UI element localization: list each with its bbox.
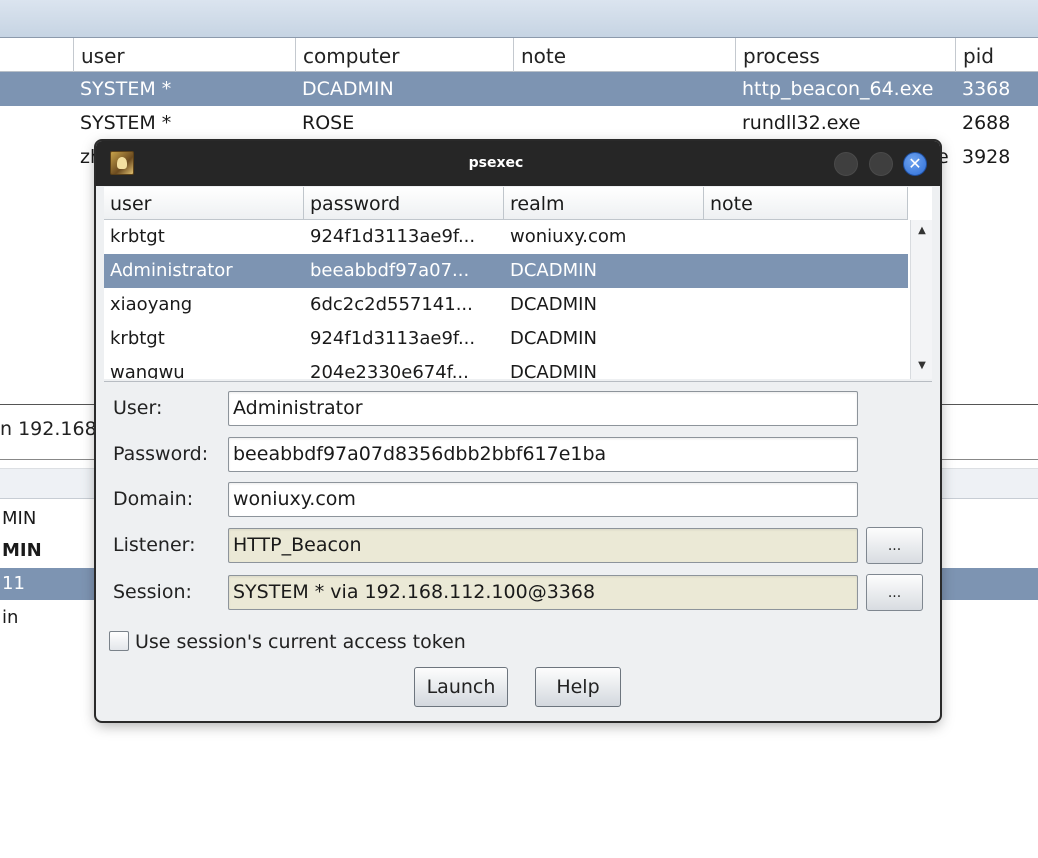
cell-password: 6dc2c2d557141...	[310, 294, 473, 315]
column-header-computer[interactable]: computer	[295, 38, 513, 72]
cell-realm: DCADMIN	[510, 294, 597, 315]
cell-pid: 3368	[962, 78, 1011, 100]
cell-realm: DCADMIN	[510, 328, 597, 349]
user-row: User: Administrator	[96, 388, 940, 428]
scroll-down-icon[interactable]: ▼	[911, 357, 932, 375]
column-header-user[interactable]: user	[73, 38, 295, 72]
cell-password: beeabbdf97a07...	[310, 260, 470, 281]
cell-pid: 3928	[962, 146, 1011, 168]
close-button[interactable]: ✕	[903, 152, 927, 176]
table-row[interactable]: Administrator beeabbdf97a07... DCADMIN	[104, 254, 908, 288]
table-row[interactable]: krbtgt 924f1d3113ae9f... DCADMIN	[104, 322, 908, 356]
user-field[interactable]: Administrator	[228, 391, 858, 426]
password-row: Password: beeabbdf97a07d8356dbb2bbf617e1…	[96, 434, 940, 474]
access-token-checkbox[interactable]	[109, 631, 129, 651]
minimize-button[interactable]	[834, 152, 858, 176]
column-header-note[interactable]: note	[704, 187, 908, 220]
table-row[interactable]: SYSTEM * DCADMIN http_beacon_64.exe 3368	[0, 72, 1038, 106]
listener-field[interactable]: HTTP_Beacon	[228, 528, 858, 563]
cell-user: wangwu	[110, 362, 185, 379]
table-row[interactable]: xiaoyang 6dc2c2d557141... DCADMIN	[104, 288, 908, 322]
cell-realm: woniuxy.com	[510, 226, 627, 247]
session-label: Session:	[113, 581, 192, 603]
password-field[interactable]: beeabbdf97a07d8356dbb2bbf617e1ba	[228, 437, 858, 472]
listener-row: Listener: HTTP_Beacon ...	[96, 525, 940, 565]
cell-user: xiaoyang	[110, 294, 193, 315]
listener-browse-button[interactable]: ...	[866, 527, 923, 564]
user-label: User:	[113, 397, 163, 419]
help-button[interactable]: Help	[535, 667, 621, 707]
divider	[104, 381, 932, 382]
cell-user: SYSTEM *	[80, 78, 172, 100]
cell-password: 204e2330e674f...	[310, 362, 469, 379]
cell-pid: 2688	[962, 112, 1011, 134]
dialog-title: psexec	[468, 155, 524, 171]
console-tab[interactable]: n 192.168	[0, 418, 97, 440]
credentials-table-header: user password realm note	[104, 187, 908, 220]
table-row[interactable]: krbtgt 924f1d3113ae9f... woniuxy.com	[104, 220, 908, 254]
column-header-password[interactable]: password	[304, 187, 504, 220]
cell-user: Administrator	[110, 260, 233, 281]
cell-process: http_beacon_64.exe	[742, 78, 934, 100]
column-header-process[interactable]: process	[735, 38, 955, 72]
scroll-up-icon[interactable]: ▲	[911, 222, 932, 240]
session-row: Session: SYSTEM * via 192.168.112.100@33…	[96, 572, 940, 612]
cell-user: krbtgt	[110, 328, 165, 349]
cell-computer: ROSE	[302, 112, 355, 134]
password-label: Password:	[113, 443, 209, 465]
domain-label: Domain:	[113, 488, 194, 510]
cell-user: SYSTEM *	[80, 112, 172, 134]
psexec-dialog: psexec ✕ user password realm note krbtgt…	[96, 141, 940, 721]
cell-computer: DCADMIN	[302, 78, 394, 100]
toolbar-area	[0, 0, 1038, 38]
cell-realm: DCADMIN	[510, 260, 597, 281]
domain-field[interactable]: woniuxy.com	[228, 482, 858, 517]
table-row[interactable]: SYSTEM * ROSE rundll32.exe 2688	[0, 106, 1038, 140]
dialog-titlebar[interactable]: psexec ✕	[96, 141, 940, 186]
column-header-realm[interactable]: realm	[504, 187, 704, 220]
cell-user: krbtgt	[110, 226, 165, 247]
cell-realm: DCADMIN	[510, 362, 597, 379]
cell-password: 924f1d3113ae9f...	[310, 328, 476, 349]
screen: user computer note process pid SYSTEM * …	[0, 0, 1038, 858]
column-header-pid[interactable]: pid	[955, 38, 1038, 72]
domain-row: Domain: woniuxy.com	[96, 479, 940, 519]
launch-button[interactable]: Launch	[414, 667, 508, 707]
vertical-scrollbar[interactable]: ▲ ▼	[910, 220, 932, 379]
session-browse-button[interactable]: ...	[866, 574, 923, 611]
table-row[interactable]: wangwu 204e2330e674f... DCADMIN	[104, 356, 908, 379]
credentials-table: user password realm note krbtgt 924f1d31…	[104, 187, 932, 379]
cell-password: 924f1d3113ae9f...	[310, 226, 476, 247]
cell-process: rundll32.exe	[742, 112, 861, 134]
sessions-table-header: user computer note process pid	[0, 38, 1038, 72]
access-token-label[interactable]: Use session's current access token	[135, 629, 466, 655]
session-field[interactable]: SYSTEM * via 192.168.112.100@3368	[228, 575, 858, 610]
listener-label: Listener:	[113, 534, 196, 556]
maximize-button[interactable]	[869, 152, 893, 176]
column-header-user[interactable]: user	[104, 187, 304, 220]
column-header-note[interactable]: note	[513, 38, 735, 72]
